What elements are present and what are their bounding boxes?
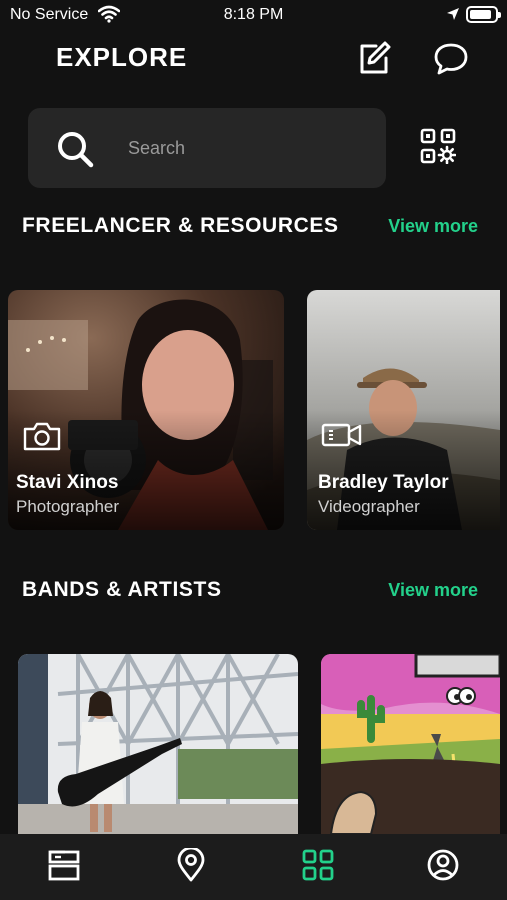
chat-icon[interactable] [433, 42, 469, 76]
location-arrow-icon [447, 8, 459, 20]
artist-photo [321, 654, 500, 834]
section-title-bands: BANDS & ARTISTS [22, 578, 222, 601]
freelancer-card-photographer[interactable]: Stavi Xinos Photographer [8, 290, 284, 530]
freelancer-name: Stavi Xinos [16, 472, 119, 493]
profile-icon[interactable] [426, 848, 460, 882]
qr-settings-icon[interactable] [420, 128, 456, 164]
compose-icon[interactable] [356, 40, 392, 76]
freelancer-card-videographer[interactable]: Bradley Taylor Videographer [307, 290, 500, 530]
feed-icon[interactable] [47, 848, 81, 882]
view-more-freelancers[interactable]: View more [388, 216, 478, 237]
grid-icon[interactable] [301, 848, 335, 882]
page-title: EXPLORE [56, 42, 188, 72]
tab-bar [0, 834, 507, 900]
view-more-bands[interactable]: View more [388, 580, 478, 601]
artist-photo [18, 654, 298, 834]
status-bar: No Service 8:18 PM [0, 0, 507, 30]
freelancer-role: Photographer [16, 497, 120, 516]
video-camera-icon [321, 423, 362, 447]
search-box[interactable] [28, 108, 386, 188]
clock: 8:18 PM [223, 6, 284, 23]
search-icon [58, 132, 94, 168]
freelancer-role: Videographer [318, 497, 420, 516]
search-input[interactable] [128, 132, 368, 164]
artist-card-cartoon[interactable] [321, 654, 500, 834]
artist-card-guitarist[interactable] [18, 654, 298, 834]
location-pin-icon[interactable] [174, 848, 208, 882]
camera-icon [23, 422, 61, 451]
section-title-freelancers: FREELANCER & RESOURCES [22, 214, 339, 237]
freelancer-name: Bradley Taylor [318, 472, 449, 493]
battery-icon [466, 6, 501, 23]
